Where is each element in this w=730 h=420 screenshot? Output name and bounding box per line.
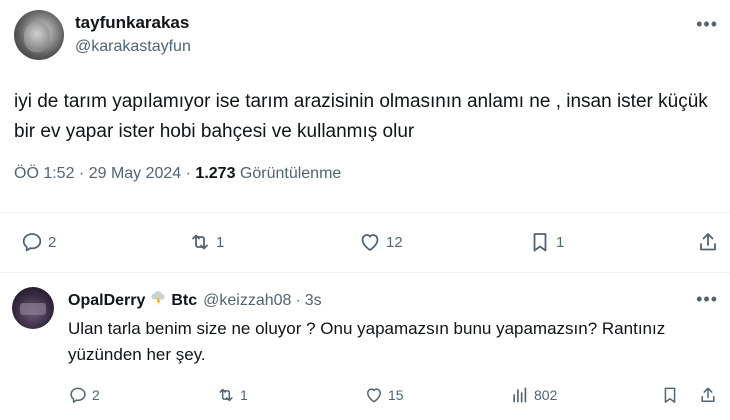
bookmark-icon [664, 387, 676, 403]
bookmark-count: 1 [556, 233, 565, 251]
retweet-count: 1 [240, 387, 248, 403]
like-count: 12 [386, 233, 403, 251]
reply-text: Ulan tarla benim size ne oluyor ? Onu ya… [68, 319, 666, 364]
heart-icon [367, 388, 381, 403]
tweet-timestamp[interactable]: ÖÖ 1:52 · 29 May 2024 · [14, 165, 195, 182]
reply-tweet[interactable]: OpalDerry Btc @keizzah08 · 3s ••• Ulan t… [0, 273, 730, 420]
view-count: 1.273 [195, 165, 236, 182]
reply-header: OpalDerry Btc @keizzah08 · 3s [68, 289, 322, 312]
bookmark-button[interactable]: 1 [528, 228, 564, 256]
reply-button[interactable]: 2 [20, 228, 56, 256]
heart-icon [361, 234, 379, 251]
tweet-text: iyi de tarım yapılamıyor ise tarım arazi… [14, 91, 708, 142]
avatar[interactable] [14, 10, 64, 60]
lightning-cloud-icon [149, 289, 167, 312]
view-label: Görüntülenme [235, 165, 342, 182]
main-tweet: tayfunkarakas @karakastayfun ••• iyi de … [0, 0, 730, 272]
retweet-icon [192, 234, 208, 250]
reply-timestamp[interactable]: 3s [305, 292, 322, 310]
reply-author-handle[interactable]: @keizzah08 [203, 292, 291, 310]
share-button[interactable] [696, 228, 720, 256]
tweet-actions: 2 1 12 1 [0, 228, 730, 256]
author-display-name[interactable]: tayfunkarakas [75, 13, 189, 33]
reply-count: 2 [48, 233, 57, 251]
like-button[interactable]: 15 [364, 383, 404, 407]
view-count: 802 [534, 387, 558, 403]
reply-icon [22, 233, 42, 252]
tweet-meta: ÖÖ 1:52 · 29 May 2024 · 1.273 Görüntülen… [14, 165, 341, 183]
like-button[interactable]: 12 [358, 228, 403, 256]
more-dots-icon[interactable]: ••• [696, 289, 718, 310]
share-icon [700, 233, 716, 251]
reply-icon [70, 387, 86, 403]
bar-chart-icon [513, 387, 527, 403]
separator: · [295, 291, 301, 309]
retweet-button[interactable]: 1 [216, 383, 248, 407]
reply-button[interactable]: 2 [68, 383, 100, 407]
reply-author-name[interactable]: OpalDerry [68, 292, 145, 310]
share-icon [701, 387, 715, 402]
retweet-count: 1 [216, 233, 225, 251]
retweet-icon [219, 388, 233, 402]
bookmark-icon [533, 233, 547, 252]
share-button[interactable] [698, 383, 718, 407]
bookmark-button[interactable] [660, 383, 680, 407]
divider [0, 212, 730, 213]
reply-author-name-suffix[interactable]: Btc [171, 292, 197, 310]
more-dots-icon[interactable]: ••• [696, 14, 718, 35]
views-button[interactable]: 802 [510, 383, 557, 407]
retweet-button[interactable]: 1 [188, 228, 224, 256]
author-handle[interactable]: @karakastayfun [75, 38, 191, 56]
like-count: 15 [388, 387, 404, 403]
reply-actions: 2 1 15 802 [0, 383, 730, 407]
avatar[interactable] [12, 287, 54, 329]
reply-count: 2 [92, 387, 100, 403]
